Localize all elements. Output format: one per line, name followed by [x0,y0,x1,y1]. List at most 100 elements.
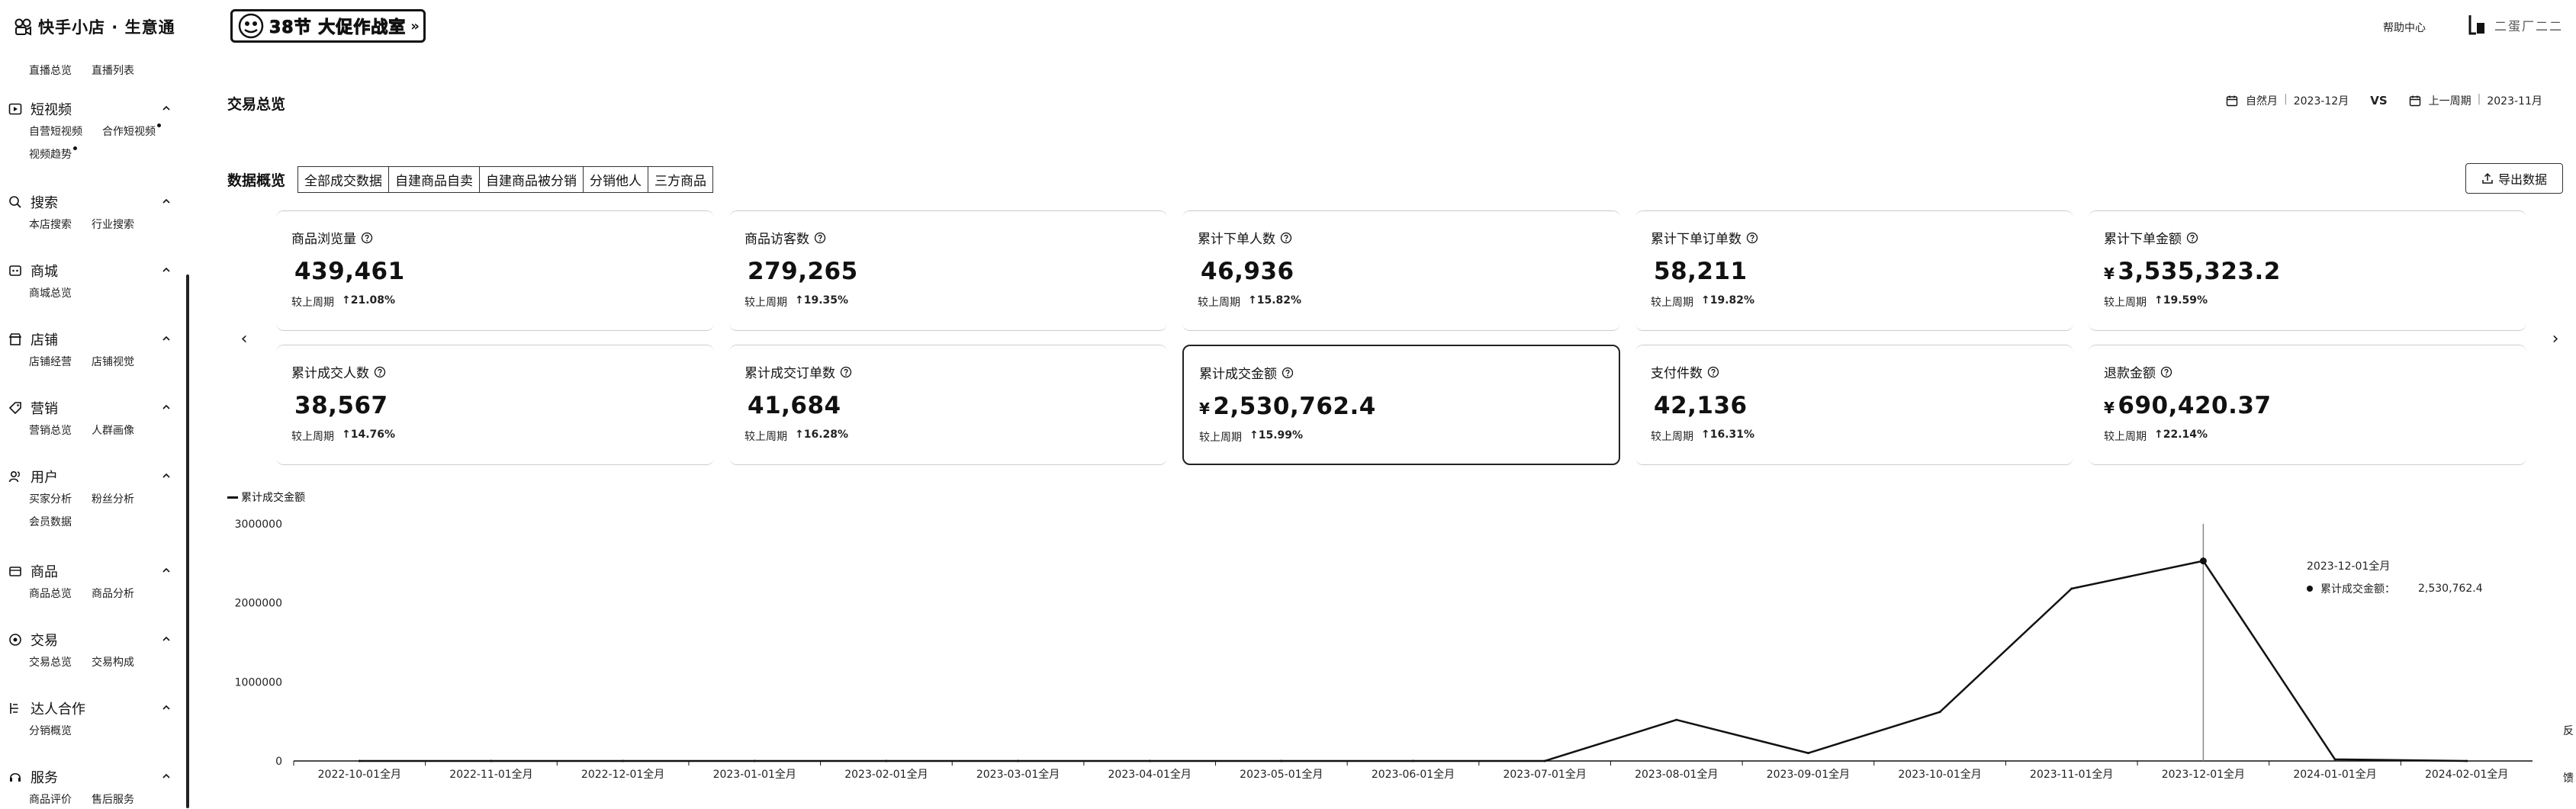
sidebar-item-industry-search[interactable]: 行业搜索 [92,217,134,232]
help-circle-icon[interactable] [2186,232,2198,244]
metric-card[interactable]: 退款金额 ¥690,420.37 较上周期 ↑22.14% [2089,345,2526,465]
chevron-right-icon[interactable]: › [2546,329,2565,348]
sidebar-head-marketing[interactable]: 营销 [0,396,183,419]
export-label: 导出数据 [2497,172,2547,187]
scope-tabs: 全部成交数据 自建商品自卖 自建商品被分销 分销他人 三方商品 [297,166,713,193]
metric-value: 58,211 [1654,258,1748,285]
tooltip-dot [2307,586,2313,592]
tooltip-label: 累计成交金额： [2320,583,2395,596]
help-circle-icon[interactable] [1746,232,1758,244]
sidebar-item-store-ops[interactable]: 店铺经营 [29,354,72,369]
data-point [490,759,493,762]
sidebar-item-buyer-analysis[interactable]: 买家分析 [29,491,72,506]
y-tick-label: 0 [275,756,282,768]
metric-title: 商品访客数 [744,232,809,247]
app-logo[interactable]: 快手小店 · 生意通 [14,15,175,38]
help-circle-icon[interactable] [374,366,386,378]
vs-label: VS [2370,94,2388,108]
right-period-picker[interactable]: 上一周期 | 2023-11月 [2429,93,2542,108]
sidebar-item-crowd-portrait[interactable]: 人群画像 [92,422,134,438]
sidebar-head-creator[interactable]: 达人合作 [0,697,183,720]
metric-card[interactable]: 累计下单金额 ¥3,535,323.2 较上周期 ↑19.59% [2089,210,2526,331]
sidebar-head-service[interactable]: 服务 [0,766,183,788]
help-center-link[interactable]: 帮助中心 [2383,20,2426,35]
left-period-picker[interactable]: 自然月 | 2023-12月 [2246,93,2349,108]
sidebar-head-label: 达人合作 [31,701,85,718]
delta-value: ↑21.08% [342,294,396,307]
sidebar-item-live-list[interactable]: 直播列表 [92,63,134,78]
help-circle-icon[interactable] [361,232,373,244]
metric-title: 累计成交人数 [291,366,369,381]
period-compare-bar: 自然月 | 2023-12月 VS 上一周期 | 2023-11月 [2226,93,2542,108]
sidebar-item-trade-overview[interactable]: 交易总览 [29,654,72,669]
data-point [753,759,756,762]
sidebar-item-product-overview[interactable]: 商品总览 [29,586,72,601]
tab-all-deals[interactable]: 全部成交数据 [298,167,389,192]
delta-number: 14.76% [350,429,396,441]
left-period-value: 2023-12月 [2293,95,2349,108]
sidebar-item-product-reviews[interactable]: 商品评价 [29,791,72,807]
sidebar-item-own-video[interactable]: 自营短视频 [29,124,82,139]
sidebar-section-service: 服务 商品评价 售后服务 [0,766,183,807]
sidebar-item-marketing-overview[interactable]: 营销总览 [29,422,72,438]
sidebar-item-store-search[interactable]: 本店搜索 [29,217,72,232]
sidebar-head-search[interactable]: 搜索 [0,191,183,213]
metric-card[interactable]: 商品访客数 279,265 较上周期 ↑19.35% [729,210,1167,331]
sidebar-item-product-analysis[interactable]: 商品分析 [92,586,134,601]
tab-own-products-distributed[interactable]: 自建商品被分销 [480,167,584,192]
sidebar-item-mall-overview[interactable]: 商城总览 [29,285,72,300]
metric-card[interactable]: 累计下单人数 46,936 较上周期 ↑15.82% [1182,210,1620,331]
chevron-left-icon[interactable]: ‹ [235,329,253,348]
user-name: 二蛋厂二二 [2494,19,2564,34]
metric-card-selected[interactable]: 累计成交金额 ¥2,530,762.4 较上周期 ↑15.99% [1182,345,1620,465]
sidebar-item-live-overview[interactable]: 直播总览 [29,63,72,78]
feedback-side-tab[interactable]: 反馈 [2563,708,2576,802]
sidebar-head-short-video[interactable]: 短视频 [0,98,183,120]
tab-third-party-products[interactable]: 三方商品 [648,167,712,192]
sidebar-head-trade[interactable]: 交易 [0,628,183,651]
sidebar-head-users[interactable]: 用户 [0,465,183,488]
metric-card[interactable]: 支付件数 42,136 较上周期 ↑16.31% [1635,345,2073,465]
delta-number: 19.59% [2163,294,2208,307]
promo-banner[interactable]: 38节 大促作战室 » [230,9,426,43]
sidebar-head-mall[interactable]: 商城 [0,259,183,282]
export-icon [2482,172,2493,184]
help-circle-icon[interactable] [1282,367,1294,379]
help-circle-icon[interactable] [840,366,852,378]
sidebar-scrollbar[interactable] [186,274,189,808]
avatar [2468,15,2484,35]
help-circle-icon[interactable] [1280,232,1292,244]
help-circle-icon[interactable] [814,232,826,244]
metric-card[interactable]: 商品浏览量 439,461 较上周期 ↑21.08% [276,210,714,331]
sidebar-item-member-data[interactable]: 会员数据 [29,514,72,529]
metric-card[interactable]: 累计成交人数 38,567 较上周期 ↑14.76% [276,345,714,465]
help-circle-icon[interactable] [2160,366,2172,378]
sidebar-item-distribution-overview[interactable]: 分销概览 [29,723,72,738]
sidebar-item-store-visual[interactable]: 店铺视觉 [92,354,134,369]
sidebar-item-video-trend[interactable]: 视频趋势 [29,146,77,162]
user-menu[interactable]: 二蛋厂二二 [2465,12,2563,38]
tab-own-products-self-sold[interactable]: 自建商品自卖 [389,167,480,192]
metric-title: 退款金额 [2104,366,2156,381]
delta-number: 19.35% [803,294,849,307]
metric-card[interactable]: 累计成交订单数 41,684 较上周期 ↑16.28% [729,345,1167,465]
sidebar-head-products[interactable]: 商品 [0,560,183,583]
sidebar-head-label: 营销 [31,401,58,417]
metric-card[interactable]: 累计下单订单数 58,211 较上周期 ↑19.82% [1635,210,2073,331]
y-tick-label: 2000000 [235,598,282,610]
help-circle-icon[interactable] [1707,366,1719,378]
tab-distribute-others[interactable]: 分销他人 [584,167,648,192]
sidebar-item-after-sales[interactable]: 售后服务 [92,791,134,807]
sidebar-item-fan-analysis[interactable]: 粉丝分析 [92,491,134,506]
chevron-right-icon: » [410,18,420,34]
chart-tooltip: 2023-12-01全月 累计成交金额： 2,530,762.4 [2307,558,2505,596]
sidebar-item-partner-video[interactable]: 合作短视频 [102,124,161,139]
compare-label: 较上周期 [291,431,334,443]
sidebar-head-label: 商城 [31,264,58,280]
sidebar-head-store[interactable]: 店铺 [0,328,183,351]
sidebar-item-trade-composition[interactable]: 交易构成 [92,654,134,669]
chevron-up-icon [162,198,170,204]
delta-value: ↑16.31% [1701,429,1755,441]
export-data-button[interactable]: 导出数据 [2465,163,2563,194]
chart-legend[interactable]: 累计成交金额 [227,490,305,505]
